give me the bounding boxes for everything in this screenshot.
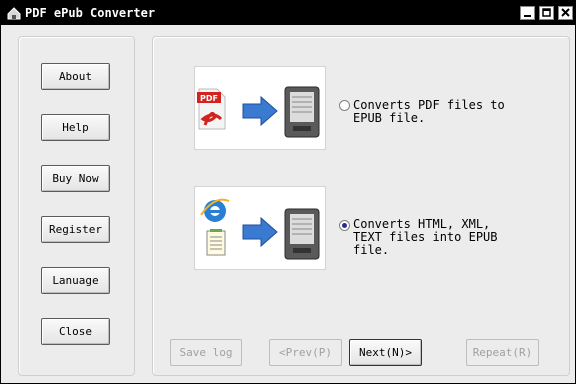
- language-button-label: Lanuage: [52, 274, 99, 287]
- save-log-label: Save log: [179, 346, 233, 359]
- app-window: PDF ePub Converter About Help Buy Now Re…: [0, 0, 576, 384]
- html-option-radio[interactable]: [339, 220, 350, 231]
- window-title: PDF ePub Converter: [25, 6, 156, 20]
- pdf-to-epub-illustration[interactable]: PDF: [194, 66, 326, 150]
- next-button[interactable]: Next(N)>: [349, 339, 422, 366]
- buy-now-button[interactable]: Buy Now: [41, 165, 110, 192]
- html-option-line3: file.: [353, 243, 390, 257]
- prev-label: <Prev(P): [279, 346, 332, 359]
- pdf-file-icon: PDF: [197, 88, 226, 130]
- prev-button[interactable]: <Prev(P): [269, 339, 342, 366]
- text-file-icon: [206, 229, 226, 256]
- html-to-epub-graphic: [200, 198, 320, 260]
- pdf-option-radio[interactable]: [339, 100, 350, 111]
- register-button[interactable]: Register: [41, 216, 110, 243]
- app-icon: [7, 7, 21, 20]
- main-panel: PDF Converts PDF files to EPUB file. Con…: [152, 36, 570, 376]
- client-area: About Help Buy Now Register Lanuage Clos…: [4, 26, 572, 381]
- help-button[interactable]: Help: [41, 114, 110, 141]
- arrow-right-icon: [242, 216, 278, 248]
- html-option-label[interactable]: Converts HTML, XML, TEXT files into EPUB…: [353, 218, 498, 257]
- close-window-button[interactable]: [558, 6, 573, 20]
- about-button[interactable]: About: [41, 63, 110, 90]
- about-button-label: About: [58, 70, 93, 83]
- pdf-option-label[interactable]: Converts PDF files to EPUB file.: [353, 99, 505, 125]
- pdf-option-line2: EPUB file.: [353, 111, 426, 125]
- next-label: Next(N)>: [359, 346, 412, 359]
- close-button-label: Close: [58, 325, 93, 338]
- html-to-epub-illustration[interactable]: [194, 186, 326, 270]
- help-button-label: Help: [62, 121, 89, 134]
- ebook-reader-icon: [284, 86, 320, 138]
- buy-now-button-label: Buy Now: [52, 172, 99, 185]
- ebook-reader-icon: [284, 208, 320, 260]
- internet-explorer-icon: [200, 198, 230, 222]
- minimize-icon: [524, 15, 531, 17]
- maximize-button[interactable]: [539, 6, 554, 20]
- register-button-label: Register: [49, 223, 102, 236]
- language-button[interactable]: Lanuage: [41, 267, 110, 294]
- repeat-label: Repeat(R): [472, 346, 533, 359]
- close-button[interactable]: Close: [41, 318, 110, 345]
- maximize-icon: [542, 8, 551, 17]
- arrow-right-icon: [242, 95, 278, 127]
- title-bar[interactable]: PDF ePub Converter: [1, 1, 575, 25]
- sidebar-panel: About Help Buy Now Register Lanuage Clos…: [18, 36, 135, 376]
- close-icon: [561, 8, 570, 17]
- minimize-button[interactable]: [520, 6, 535, 20]
- repeat-button[interactable]: Repeat(R): [466, 339, 539, 366]
- svg-text:PDF: PDF: [200, 94, 218, 103]
- pdf-to-epub-graphic: PDF: [197, 86, 320, 138]
- save-log-button[interactable]: Save log: [170, 339, 242, 366]
